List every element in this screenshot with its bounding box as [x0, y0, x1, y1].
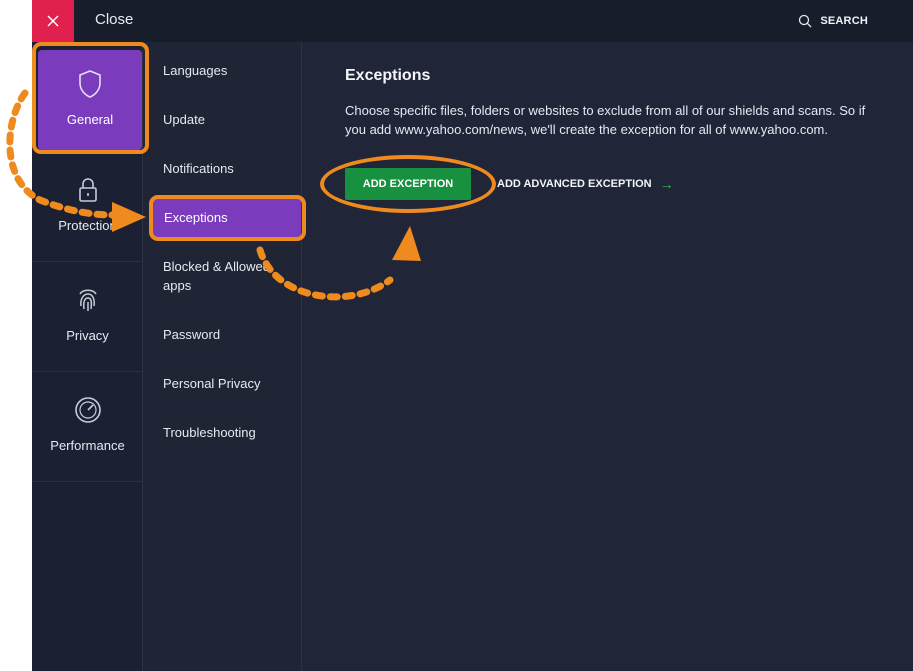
- submenu-item-exceptions[interactable]: Exceptions: [153, 199, 301, 237]
- submenu-item-languages[interactable]: Languages: [163, 61, 303, 80]
- arrow-right-icon: →: [659, 176, 674, 192]
- settings-submenu: Languages Update Notifications Exception…: [143, 42, 302, 671]
- submenu-item-notifications[interactable]: Notifications: [163, 159, 303, 178]
- close-icon: [47, 15, 59, 27]
- close-button[interactable]: [32, 0, 74, 42]
- close-label[interactable]: Close: [95, 11, 133, 29]
- exceptions-panel: Exceptions Choose specific files, folder…: [302, 42, 913, 671]
- exceptions-description: Choose specific files, folders or websit…: [345, 103, 866, 137]
- category-performance[interactable]: Performance: [32, 372, 143, 482]
- search-icon: [799, 14, 812, 28]
- lock-icon: [77, 174, 99, 206]
- category-general[interactable]: General: [38, 50, 142, 150]
- category-label: General: [66, 112, 114, 127]
- category-label: Performance: [50, 438, 125, 453]
- search-button[interactable]: SEARCH: [798, 14, 868, 28]
- submenu-item-personal-privacy[interactable]: Personal Privacy: [163, 374, 303, 393]
- settings-window: Close SEARCH General Protection Privacy: [32, 0, 913, 671]
- fingerprint-icon: [75, 284, 101, 316]
- category-sidebar: General Protection Privacy Performance: [32, 42, 143, 671]
- top-bar: Close SEARCH: [32, 0, 913, 42]
- speedometer-icon: [73, 394, 103, 426]
- add-advanced-exception-link[interactable]: ADD ADVANCED EXCEPTION →: [497, 176, 674, 192]
- submenu-item-password[interactable]: Password: [163, 325, 303, 344]
- submenu-item-blocked-allowed-apps[interactable]: Blocked & Allowed apps: [163, 257, 281, 295]
- submenu-item-troubleshooting[interactable]: Troubleshooting: [163, 423, 303, 442]
- category-label: Protection: [58, 218, 117, 233]
- category-protection[interactable]: Protection: [32, 152, 143, 262]
- advanced-link-label: ADD ADVANCED EXCEPTION: [497, 178, 652, 190]
- add-exception-button[interactable]: ADD EXCEPTION: [345, 168, 471, 200]
- category-privacy[interactable]: Privacy: [32, 262, 143, 372]
- page-title: Exceptions: [345, 67, 431, 84]
- search-label: SEARCH: [820, 15, 868, 27]
- submenu-item-update[interactable]: Update: [163, 110, 303, 129]
- shield-icon: [77, 68, 103, 100]
- category-label: Privacy: [66, 328, 109, 343]
